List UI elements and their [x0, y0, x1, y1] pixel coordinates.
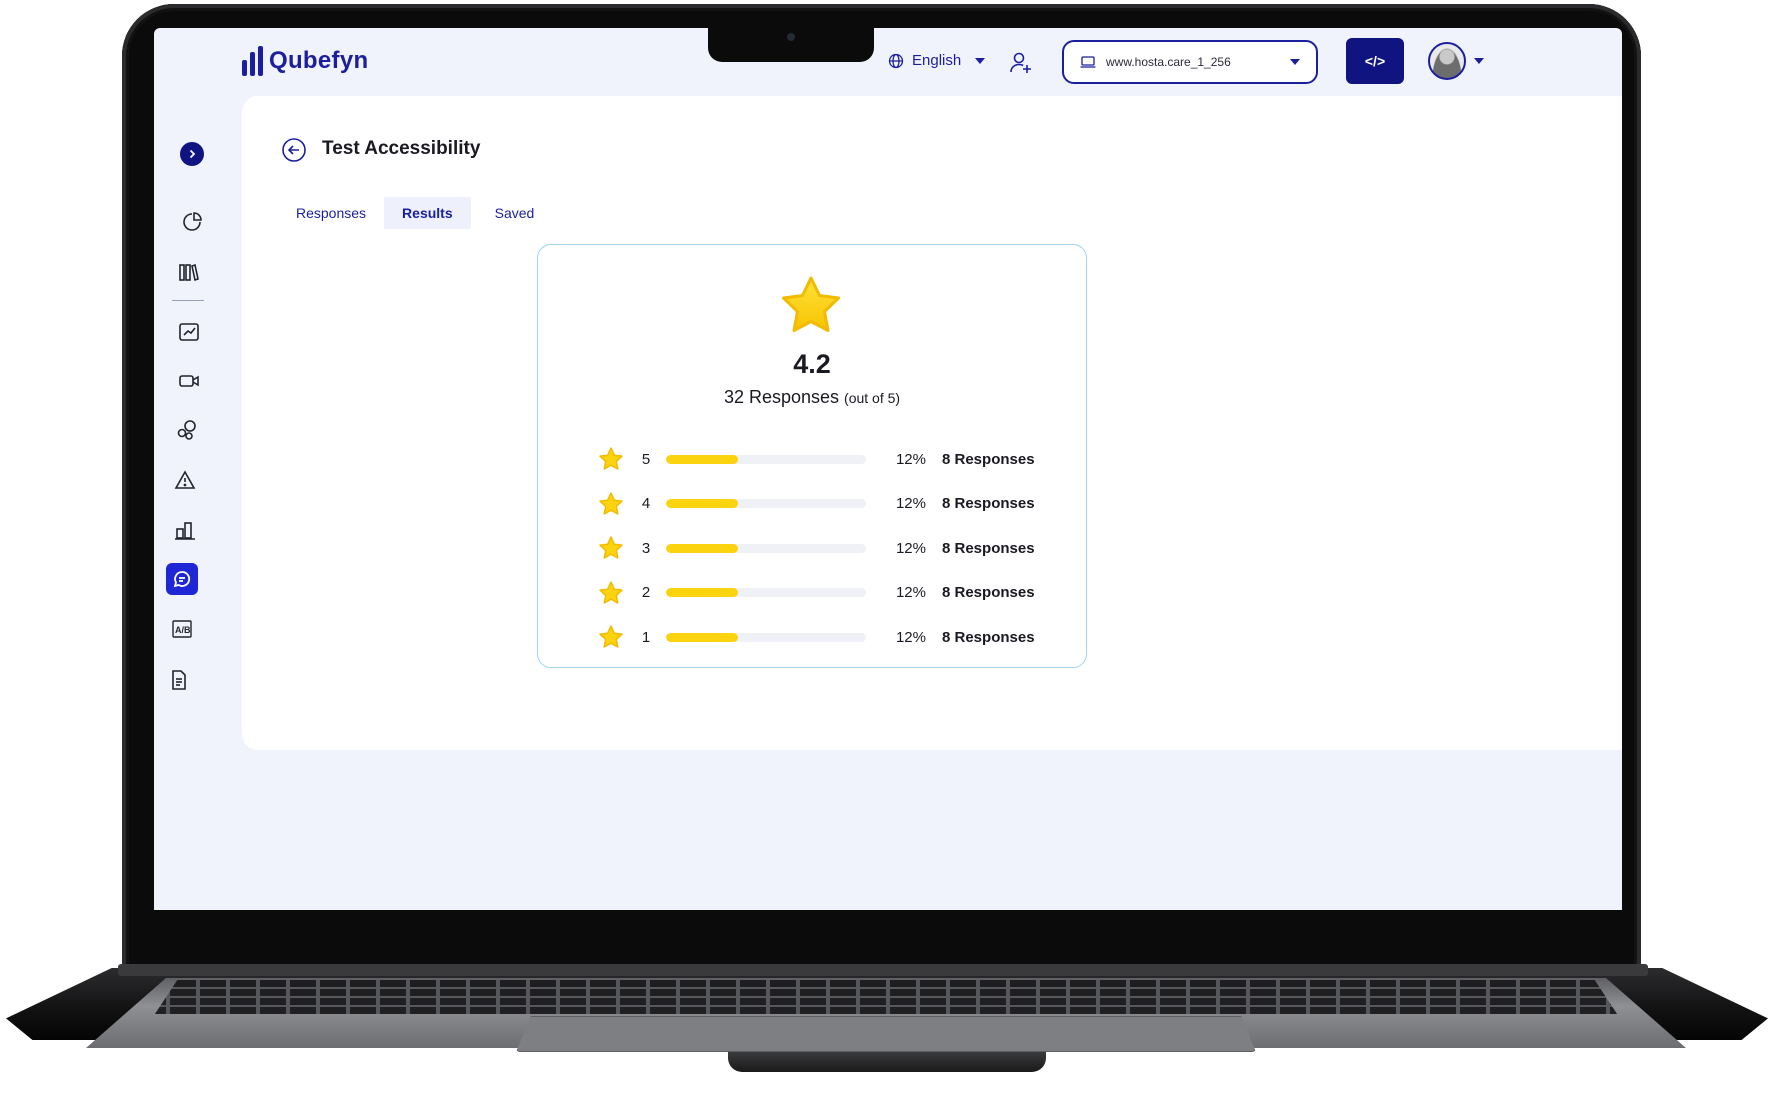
trend-chart-icon[interactable] — [176, 319, 202, 345]
rating-progress-fill — [666, 543, 738, 553]
sidebar-item-feedback[interactable] — [166, 563, 198, 595]
chevron-down-icon — [1290, 59, 1300, 65]
tab-bar: Responses Results Saved — [278, 197, 552, 229]
responses-summary: 32 Responses (out of 5) — [538, 387, 1086, 408]
rating-scale-note: (out of 5) — [844, 390, 901, 406]
chevron-down-icon — [975, 57, 986, 64]
language-label: English — [912, 52, 962, 69]
trackpad — [516, 1016, 1256, 1052]
website-select-value: www.hosta.care_1_256 — [1106, 55, 1231, 69]
rating-level: 4 — [641, 495, 651, 513]
add-user-icon[interactable] — [1008, 50, 1034, 76]
bubbles-icon[interactable] — [174, 417, 200, 443]
tab-results[interactable]: Results — [384, 197, 471, 229]
chevron-right-icon — [189, 149, 196, 159]
website-select[interactable]: www.hosta.care_1_256 — [1062, 40, 1318, 84]
sidebar: A/B — [154, 106, 244, 910]
average-rating: 4.2 — [793, 349, 831, 379]
avatar — [1428, 42, 1466, 80]
laptop-screen: Qubefyn English www.hosta.care_1_256 </> — [154, 28, 1622, 910]
rating-row: 4 12% 8 Responses — [598, 482, 1038, 527]
top-bar: Qubefyn English www.hosta.care_1_256 </> — [154, 28, 1622, 106]
rating-summary-card: 4.2 32 Responses (out of 5) 5 12% 8 Respon… — [537, 244, 1087, 668]
rating-progress-fill — [666, 588, 738, 598]
rating-progress-bar — [666, 588, 866, 598]
responses-count: 32 Responses — [723, 387, 840, 407]
pie-chart-icon[interactable] — [179, 209, 205, 235]
rating-row: 2 12% 8 Responses — [598, 571, 1038, 616]
star-icon — [599, 492, 623, 515]
laptop-front-notch — [728, 1052, 1046, 1072]
logo-bars-icon — [242, 46, 263, 76]
back-arrow-icon[interactable] — [282, 138, 306, 162]
laptop-hinge-strip — [118, 964, 1648, 976]
star-icon — [782, 276, 840, 332]
rating-percent: 12% — [895, 450, 926, 468]
ab-test-icon[interactable]: A/B — [169, 616, 195, 642]
svg-text:A/B: A/B — [175, 625, 191, 635]
camera-icon — [787, 33, 795, 41]
bar-chart-icon[interactable] — [172, 517, 198, 543]
rating-percent: 12% — [895, 584, 926, 602]
rating-progress-bar — [666, 499, 866, 509]
expand-sidebar-button[interactable] — [180, 142, 204, 166]
embed-code-button[interactable]: </> — [1346, 38, 1404, 84]
rating-count: 8 Responses — [942, 628, 1035, 646]
rating-progress-bar — [666, 543, 866, 553]
rating-count: 8 Responses — [942, 539, 1035, 557]
laptop-icon — [1080, 56, 1096, 68]
camera-notch — [708, 28, 874, 62]
library-icon[interactable] — [176, 259, 202, 285]
brand-logo[interactable]: Qubefyn — [242, 46, 368, 76]
star-icon — [599, 536, 623, 559]
rating-progress-fill — [666, 499, 738, 509]
rating-level: 1 — [641, 628, 651, 646]
rating-progress-fill — [666, 454, 738, 464]
rating-row: 1 12% 8 Responses — [598, 615, 1038, 660]
rating-level: 2 — [641, 584, 651, 602]
rating-percent: 12% — [895, 539, 926, 557]
rating-row: 3 12% 8 Responses — [598, 526, 1038, 571]
language-selector[interactable]: English — [888, 52, 986, 69]
rating-level: 3 — [641, 539, 651, 557]
star-icon — [599, 581, 623, 604]
chat-icon — [173, 571, 191, 588]
warning-icon[interactable] — [172, 467, 198, 493]
rating-percent: 12% — [895, 495, 926, 513]
globe-icon — [888, 53, 904, 68]
rating-count: 8 Responses — [942, 450, 1035, 468]
rating-progress-bar — [666, 454, 866, 464]
rating-distribution: 5 12% 8 Responses 4 12% 8 Responses 3 12% 8 Resp… — [598, 437, 1038, 660]
star-icon — [599, 625, 623, 648]
rating-percent: 12% — [895, 628, 926, 646]
star-icon — [599, 447, 623, 470]
rating-level: 5 — [641, 450, 651, 468]
rating-row: 5 12% 8 Responses — [598, 437, 1038, 482]
tab-saved[interactable]: Saved — [471, 197, 553, 229]
video-icon[interactable] — [176, 368, 202, 394]
rating-count: 8 Responses — [942, 495, 1035, 513]
page-title: Test Accessibility — [322, 138, 481, 159]
sidebar-divider — [172, 300, 204, 301]
rating-count: 8 Responses — [942, 584, 1035, 602]
document-icon[interactable] — [166, 667, 192, 693]
keyboard-keys — [154, 980, 1618, 1014]
chevron-down-icon — [1474, 58, 1484, 64]
rating-progress-fill — [666, 632, 738, 642]
rating-progress-bar — [666, 632, 866, 642]
main-panel: Test Accessibility Responses Results Sav… — [242, 96, 1622, 750]
tab-responses[interactable]: Responses — [278, 197, 384, 229]
profile-menu[interactable] — [1428, 42, 1484, 80]
brand-name: Qubefyn — [269, 47, 369, 74]
